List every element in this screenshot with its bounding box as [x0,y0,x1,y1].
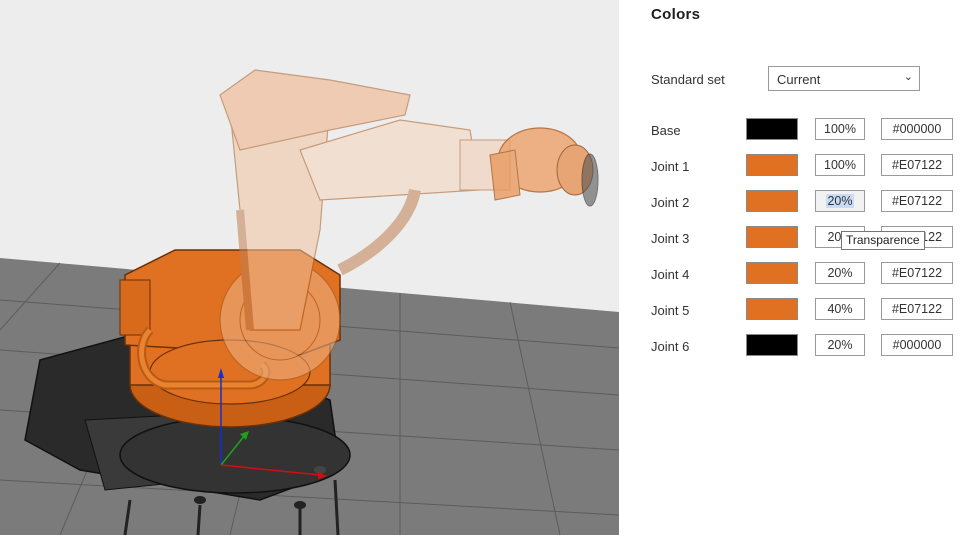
transparency-input[interactable]: 100% [815,118,865,140]
transparency-value: 20% [827,266,853,280]
transparency-input[interactable]: 100% [815,154,865,176]
color-row-joint-1: Joint 1 100% #E07122 [619,154,980,178]
color-swatch[interactable] [746,298,798,320]
color-swatch[interactable] [746,190,798,212]
hex-color-input[interactable]: #E07122 [881,154,953,176]
hex-color-input[interactable]: #E07122 [881,190,953,212]
row-label: Joint 2 [651,195,690,210]
robot-flange [581,153,599,207]
transparency-value: 20% [826,194,854,208]
color-row-joint-5: Joint 5 40% #E07122 [619,298,980,322]
hex-value: #E07122 [891,302,943,316]
hex-value: #000000 [892,338,942,352]
standard-set-select[interactable]: Current ⌄ [768,66,920,91]
hex-value: #E07122 [891,266,943,280]
transparency-input[interactable]: 40% [815,298,865,320]
color-swatch[interactable] [746,262,798,284]
colors-panel: Colors Standard set Current ⌄ Base 100% #0… [619,0,980,535]
standard-set-label: Standard set [651,72,725,87]
color-swatch[interactable] [746,118,798,140]
transparency-input[interactable]: 20% [815,262,865,284]
transparency-value: 100% [824,122,856,136]
3d-viewport[interactable] [0,0,619,535]
hex-value: #E07122 [891,158,943,172]
color-swatch[interactable] [746,154,798,176]
row-label: Joint 3 [651,231,690,246]
hex-color-input[interactable]: #E07122 [881,298,953,320]
hex-color-input[interactable]: #000000 [881,334,953,356]
color-row-joint-2: Joint 2 20% #E07122 [619,190,980,214]
color-row-joint-3: Joint 320%#E07122 [619,226,980,250]
color-swatch[interactable] [746,334,798,356]
standard-set-value: Current [777,72,821,87]
color-row-joint-6: Joint 6 20% #000000 [619,334,980,358]
transparence-tooltip: Transparence [841,231,925,250]
hex-value: #E07122 [891,194,943,208]
transparency-input[interactable]: 20% [815,190,865,212]
robot-scene[interactable] [0,0,619,535]
transparency-value: 40% [827,302,853,316]
row-label: Joint 4 [651,267,690,282]
hex-value: #000000 [892,122,942,136]
row-label: Joint 6 [651,339,690,354]
transparency-input[interactable]: 20% [815,334,865,356]
color-row-base: Base 100% #000000 [619,118,980,142]
row-label: Joint 5 [651,303,690,318]
row-label: Base [651,123,681,138]
panel-title: Colors [651,6,701,23]
chevron-down-icon: ⌄ [903,71,913,83]
color-row-joint-4: Joint 4 20% #E07122 [619,262,980,286]
hex-color-input[interactable]: #000000 [881,118,953,140]
row-label: Joint 1 [651,159,690,174]
transparency-value: 20% [827,338,853,352]
color-swatch[interactable] [746,226,798,248]
hex-color-input[interactable]: #E07122 [881,262,953,284]
transparency-value: 100% [824,158,856,172]
